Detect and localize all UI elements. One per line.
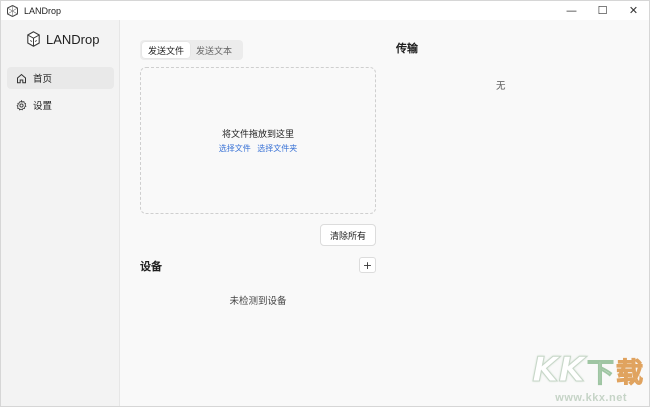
- plus-icon: +: [362, 258, 373, 272]
- landrop-logo-icon: [27, 31, 40, 47]
- sidebar: LANDrop 首页 设置: [1, 20, 120, 406]
- send-tabs: 发送文件 发送文本: [140, 40, 243, 60]
- clear-all-button[interactable]: 清除所有: [320, 224, 376, 246]
- sidebar-item-home[interactable]: 首页: [7, 67, 114, 89]
- sidebar-item-settings[interactable]: 设置: [7, 94, 114, 116]
- minimize-icon: —: [566, 4, 577, 17]
- devices-empty-state: 未检测到设备: [229, 296, 287, 307]
- transfer-empty-state: 无: [496, 81, 506, 92]
- watermark-k: K: [558, 350, 585, 391]
- devices-title: 设备: [140, 260, 162, 273]
- gear-icon: [16, 99, 27, 111]
- watermark-zai: 载: [616, 357, 644, 389]
- add-device-button[interactable]: +: [359, 257, 376, 273]
- sidebar-item-label: 设置: [33, 101, 53, 112]
- main-content: 发送文件 发送文本 将文件拖放到这里 选择文件 选择文件夹 清除所有 设备 + …: [121, 20, 649, 406]
- window-title: LANDrop: [24, 5, 62, 16]
- minimize-button[interactable]: —: [556, 1, 587, 20]
- brand: LANDrop: [27, 30, 99, 48]
- window-controls: — ☐ ✕: [556, 1, 649, 20]
- watermark-xia: 下: [587, 357, 615, 389]
- close-icon: ✕: [628, 4, 639, 17]
- app-logo-icon: [6, 4, 18, 17]
- watermark-k: K: [532, 350, 559, 391]
- maximize-button[interactable]: ☐: [587, 1, 618, 20]
- drop-links: 选择文件 选择文件夹: [141, 143, 375, 154]
- watermark-url: www.kkx.net: [555, 392, 627, 404]
- file-drop-zone[interactable]: 将文件拖放到这里 选择文件 选择文件夹: [140, 67, 376, 214]
- select-folder-link[interactable]: 选择文件夹: [257, 144, 297, 153]
- title-bar: LANDrop — ☐ ✕: [1, 1, 649, 20]
- maximize-icon: ☐: [597, 4, 608, 17]
- close-button[interactable]: ✕: [618, 1, 649, 20]
- select-file-link[interactable]: 选择文件: [219, 144, 251, 153]
- tab-send-text[interactable]: 发送文本: [190, 42, 238, 58]
- watermark-logo: K K 下 载: [532, 350, 644, 391]
- app-window: LANDrop — ☐ ✕ LANDrop 首页 设置 发送文件 发送文本 将文…: [0, 0, 650, 407]
- sidebar-item-label: 首页: [33, 74, 53, 85]
- drop-hint: 将文件拖放到这里: [221, 130, 294, 140]
- transfer-title: 传输: [396, 42, 418, 55]
- brand-name: LANDrop: [46, 31, 100, 47]
- tab-send-file[interactable]: 发送文件: [142, 42, 191, 58]
- home-icon: [16, 73, 27, 84]
